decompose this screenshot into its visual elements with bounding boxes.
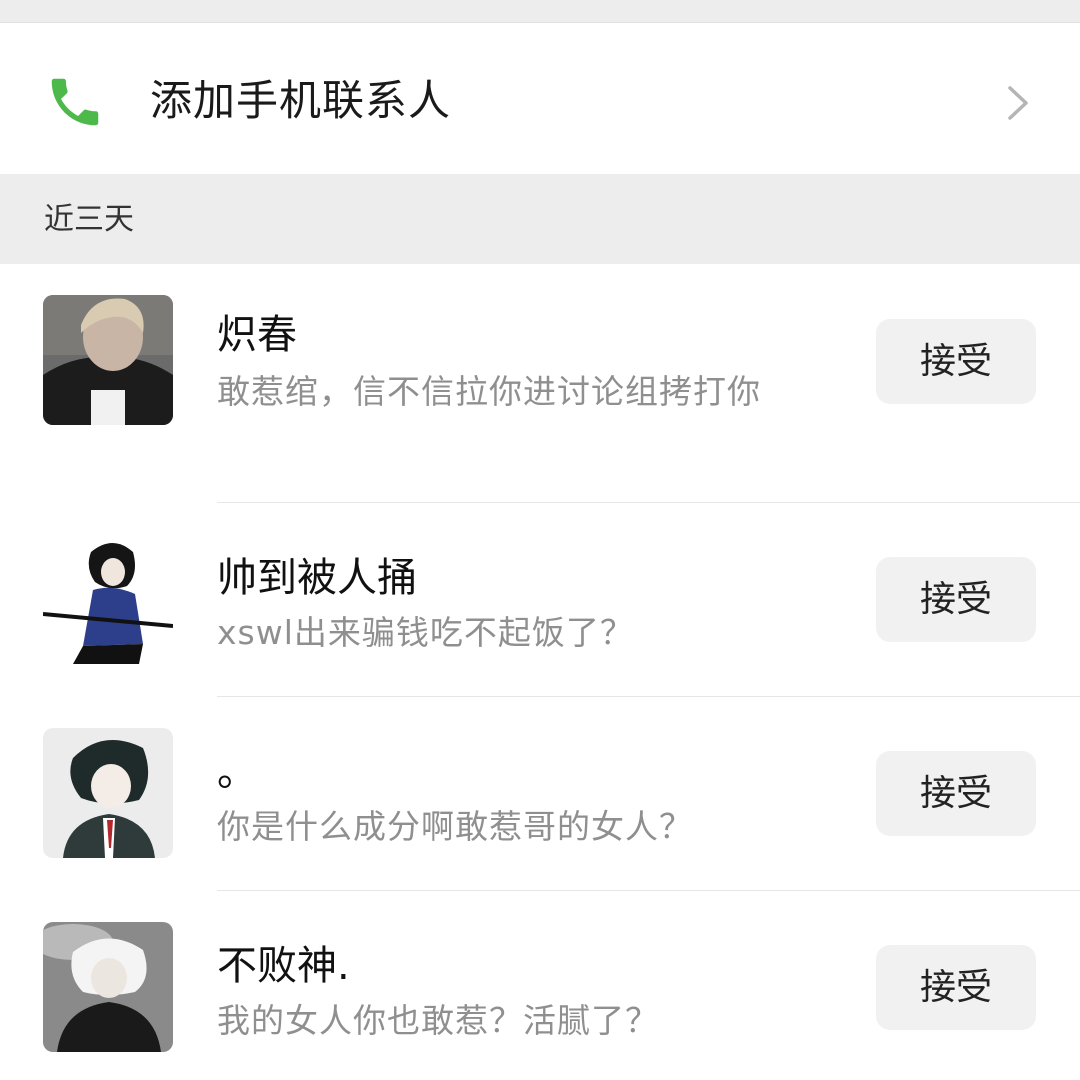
avatar-anime-swordsman[interactable] (43, 534, 173, 664)
accept-button[interactable]: 接受 (876, 319, 1036, 404)
top-strip (0, 0, 1080, 22)
chevron-right-icon (1008, 86, 1028, 120)
request-message: 敢惹绾，信不信拉你进讨论组拷打你 (217, 372, 761, 411)
request-name: 炽春 (217, 312, 297, 358)
accept-button[interactable]: 接受 (876, 557, 1036, 642)
phone-icon (51, 78, 99, 126)
accept-button[interactable]: 接受 (876, 945, 1036, 1030)
request-name: 。 (217, 749, 257, 795)
avatar-anime-dark-hair[interactable] (43, 728, 173, 858)
section-label: 近三天 (44, 202, 134, 237)
request-name: 不败神. (217, 943, 350, 989)
request-message: 你是什么成分啊敢惹哥的女人？ (217, 807, 693, 846)
avatar-person-photo[interactable] (43, 295, 173, 425)
add-phone-contacts-label: 添加手机联系人 (150, 76, 452, 125)
friend-request-item[interactable]: 不败神. 我的女人你也敢惹？活腻了？ 接受 (0, 891, 1080, 1080)
request-message: 我的女人你也敢惹？活腻了？ (217, 1001, 659, 1040)
request-message: xswl出来骗钱吃不起饭了？ (217, 613, 634, 652)
friend-request-item[interactable]: 炽春 敢惹绾，信不信拉你进讨论组拷打你 接受 (0, 264, 1080, 502)
request-name: 帅到被人捅 (217, 555, 417, 601)
avatar-anime-white-hair[interactable] (43, 922, 173, 1052)
section-header: 近三天 (0, 174, 1080, 264)
add-phone-contacts-row[interactable]: 添加手机联系人 (0, 22, 1080, 175)
accept-button[interactable]: 接受 (876, 751, 1036, 836)
friend-request-item[interactable]: 帅到被人捅 xswl出来骗钱吃不起饭了？ 接受 (0, 503, 1080, 696)
friend-request-item[interactable]: 。 你是什么成分啊敢惹哥的女人？ 接受 (0, 697, 1080, 890)
